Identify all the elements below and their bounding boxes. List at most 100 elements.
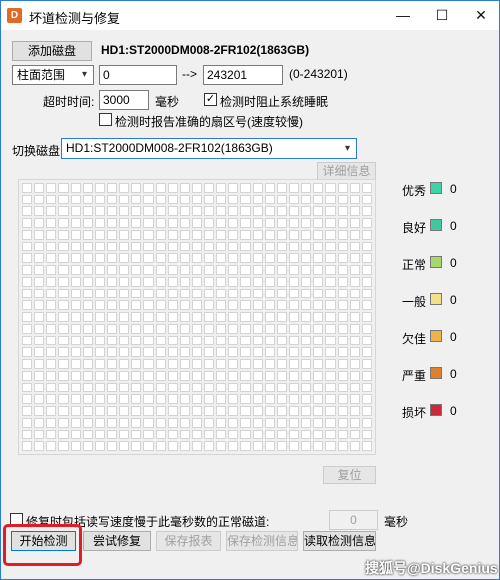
read-check-info-button[interactable]: 读取检测信息 — [303, 531, 376, 551]
sector-cell — [240, 347, 251, 358]
repair-slow-input[interactable]: 0 — [329, 510, 378, 530]
switch-disk-label: 切换磁盘: — [12, 144, 64, 158]
sector-cell — [252, 253, 263, 264]
sector-cell — [289, 241, 300, 252]
range-mode-select[interactable]: 柱面范围 ▾ — [12, 65, 94, 85]
sector-cell — [34, 288, 45, 299]
sector-cell — [228, 276, 239, 287]
sector-cell — [361, 406, 372, 416]
prevent-sleep-checkbox[interactable]: ✓ — [204, 93, 217, 106]
sector-cell — [155, 288, 166, 299]
sector-cell — [228, 312, 239, 322]
sector-cell — [82, 312, 93, 322]
sector-cell — [82, 394, 93, 405]
legend-swatch-damaged — [430, 404, 442, 416]
reset-button[interactable]: 复位 — [323, 466, 376, 484]
add-disk-button[interactable]: 添加磁盘 — [12, 41, 92, 61]
sector-cell — [264, 441, 275, 451]
sector-cell — [252, 441, 263, 451]
sector-cell — [94, 441, 105, 451]
sector-cell — [155, 218, 166, 228]
sector-cell — [191, 276, 203, 287]
sector-cell — [106, 335, 118, 346]
sector-cell — [143, 429, 154, 440]
save-report-button[interactable]: 保存报表 — [156, 531, 221, 551]
sector-cell — [46, 183, 57, 193]
watermark: 搜狐号@DiskGenius — [365, 560, 498, 576]
sector-cell — [349, 312, 360, 322]
sector-cell — [82, 300, 93, 311]
sector-cell — [289, 300, 300, 311]
sector-cell — [82, 406, 93, 416]
sector-cell — [46, 406, 57, 416]
sector-cell — [252, 229, 263, 240]
detail-info-button[interactable]: 详细信息 — [317, 162, 376, 180]
sector-cell — [58, 323, 69, 334]
timeout-input[interactable]: 3000 — [99, 90, 149, 110]
sector-cell — [361, 417, 372, 428]
sector-cell — [22, 359, 33, 369]
sector-cell — [313, 276, 324, 287]
sector-cell — [167, 229, 178, 240]
sector-cell — [94, 276, 105, 287]
sector-cell — [349, 194, 360, 205]
sector-cell — [179, 382, 190, 393]
sector-cell — [58, 394, 69, 405]
sector-cell — [313, 253, 324, 264]
switch-disk-select[interactable]: HD1:ST2000DM008-2FR102(1863GB) ▾ — [61, 138, 357, 159]
sector-cell — [204, 370, 215, 381]
sector-cell — [301, 429, 312, 440]
sector-cell — [216, 218, 227, 228]
save-check-info-button[interactable]: 保存检测信息 — [226, 531, 298, 551]
sector-cell — [106, 359, 118, 369]
sector-cell — [155, 382, 166, 393]
sector-cell — [46, 229, 57, 240]
sector-cell — [361, 335, 372, 346]
sector-cell — [70, 265, 81, 275]
sector-cell — [94, 429, 105, 440]
range-from-input[interactable]: 0 — [99, 65, 177, 85]
sector-cell — [94, 265, 105, 275]
sector-cell — [313, 441, 324, 451]
sector-cell — [264, 276, 275, 287]
sector-cell — [240, 312, 251, 322]
report-sectors-checkbox[interactable] — [99, 113, 112, 126]
sector-cell — [301, 312, 312, 322]
sector-cell — [252, 288, 263, 299]
sector-cell — [58, 417, 69, 428]
sector-cell — [301, 382, 312, 393]
sector-cell — [22, 429, 33, 440]
sector-cell — [70, 370, 81, 381]
sector-cell — [252, 218, 263, 228]
sector-cell — [252, 429, 263, 440]
close-button[interactable]: ✕ — [463, 1, 499, 30]
sector-cell — [204, 194, 215, 205]
try-repair-button[interactable]: 尝试修复 — [83, 531, 151, 551]
sector-cell — [361, 370, 372, 381]
sector-cell — [264, 312, 275, 322]
range-to-input[interactable]: 243201 — [203, 65, 283, 85]
sector-cell — [143, 312, 154, 322]
sector-cell — [155, 347, 166, 358]
maximize-button[interactable]: ☐ — [424, 1, 460, 30]
sector-cell — [46, 382, 57, 393]
sector-cell — [252, 312, 263, 322]
sector-cell — [204, 300, 215, 311]
sector-cell — [167, 276, 178, 287]
sector-cell — [131, 370, 142, 381]
sector-cell — [34, 229, 45, 240]
sector-cell — [325, 417, 336, 428]
sector-cell — [361, 347, 372, 358]
sector-cell — [216, 323, 227, 334]
sector-cell — [106, 241, 118, 252]
sector-cell — [264, 300, 275, 311]
sector-cell — [70, 335, 81, 346]
sector-cell — [240, 417, 251, 428]
sector-cell — [289, 359, 300, 369]
sector-cell — [289, 312, 300, 322]
sector-cell — [276, 429, 288, 440]
sector-cell — [119, 288, 130, 299]
sector-cell — [106, 312, 118, 322]
minimize-button[interactable]: — — [385, 1, 421, 30]
sector-cell — [349, 429, 360, 440]
